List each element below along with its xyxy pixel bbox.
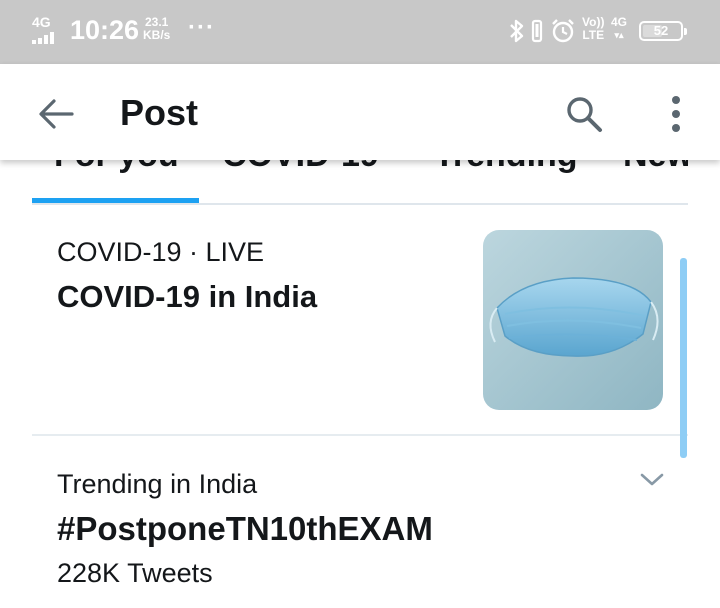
app-bar: Post — [0, 64, 720, 160]
face-mask-image — [483, 230, 663, 410]
explore-feed: COVID-19 · LIVE COVID-19 in India Trendi… — [32, 205, 688, 608]
tab-news[interactable]: News — [623, 160, 688, 175]
data-network-indicator: 4G ▾▴ — [611, 16, 627, 42]
active-tab-indicator — [32, 198, 199, 203]
network-speed: 23.1 KB/s — [143, 16, 170, 42]
trend-hashtag: #PostponeTN10thEXAM — [57, 510, 433, 547]
explore-tabs: For you COVID-19 Trending News — [32, 160, 688, 205]
bluetooth-icon — [510, 19, 524, 43]
cellular-signal-icon: 4G — [30, 14, 64, 44]
data-activity-arrows: ▾▴ — [614, 30, 624, 40]
alarm-icon — [552, 19, 574, 43]
volte-bottom-label: LTE — [582, 28, 605, 42]
tab-trending[interactable]: Trending — [434, 160, 578, 175]
trend-context: Trending in India — [57, 469, 258, 499]
more-vertical-icon[interactable] — [660, 92, 692, 136]
clock: 10:26 — [70, 15, 140, 45]
chevron-down-icon[interactable] — [638, 470, 666, 490]
notification-overflow: ··· — [188, 14, 215, 41]
event-headline: COVID-19 in India — [57, 279, 318, 314]
tab-covid-19[interactable]: COVID-19 — [222, 160, 379, 175]
list-item[interactable]: Trending in India #PostponeTN10thEXAM 22… — [32, 436, 688, 608]
battery-icon: 52 — [639, 21, 687, 41]
tab-for-you[interactable]: For you — [54, 160, 179, 175]
arrow-left-icon[interactable] — [34, 92, 78, 136]
search-icon[interactable] — [562, 92, 606, 136]
volte-indicator: Vo)) LTE — [582, 16, 604, 42]
event-meta: COVID-19 · LIVE — [57, 237, 265, 267]
data-network-label: 4G — [611, 15, 628, 29]
trend-tweet-count: 228K Tweets — [57, 558, 213, 588]
battery-level: 52 — [653, 23, 669, 38]
network-type-label: 4G — [32, 14, 51, 30]
status-bar: 4G 10:26 23.1 KB/s ··· Vo)) LTE 4G ▾▴ 52 — [0, 0, 720, 64]
page-title: Post — [120, 92, 199, 133]
vibrate-icon — [531, 19, 543, 43]
network-speed-unit: KB/s — [143, 28, 171, 42]
scrollbar[interactable] — [680, 258, 687, 458]
list-item[interactable]: COVID-19 · LIVE COVID-19 in India — [32, 205, 688, 436]
